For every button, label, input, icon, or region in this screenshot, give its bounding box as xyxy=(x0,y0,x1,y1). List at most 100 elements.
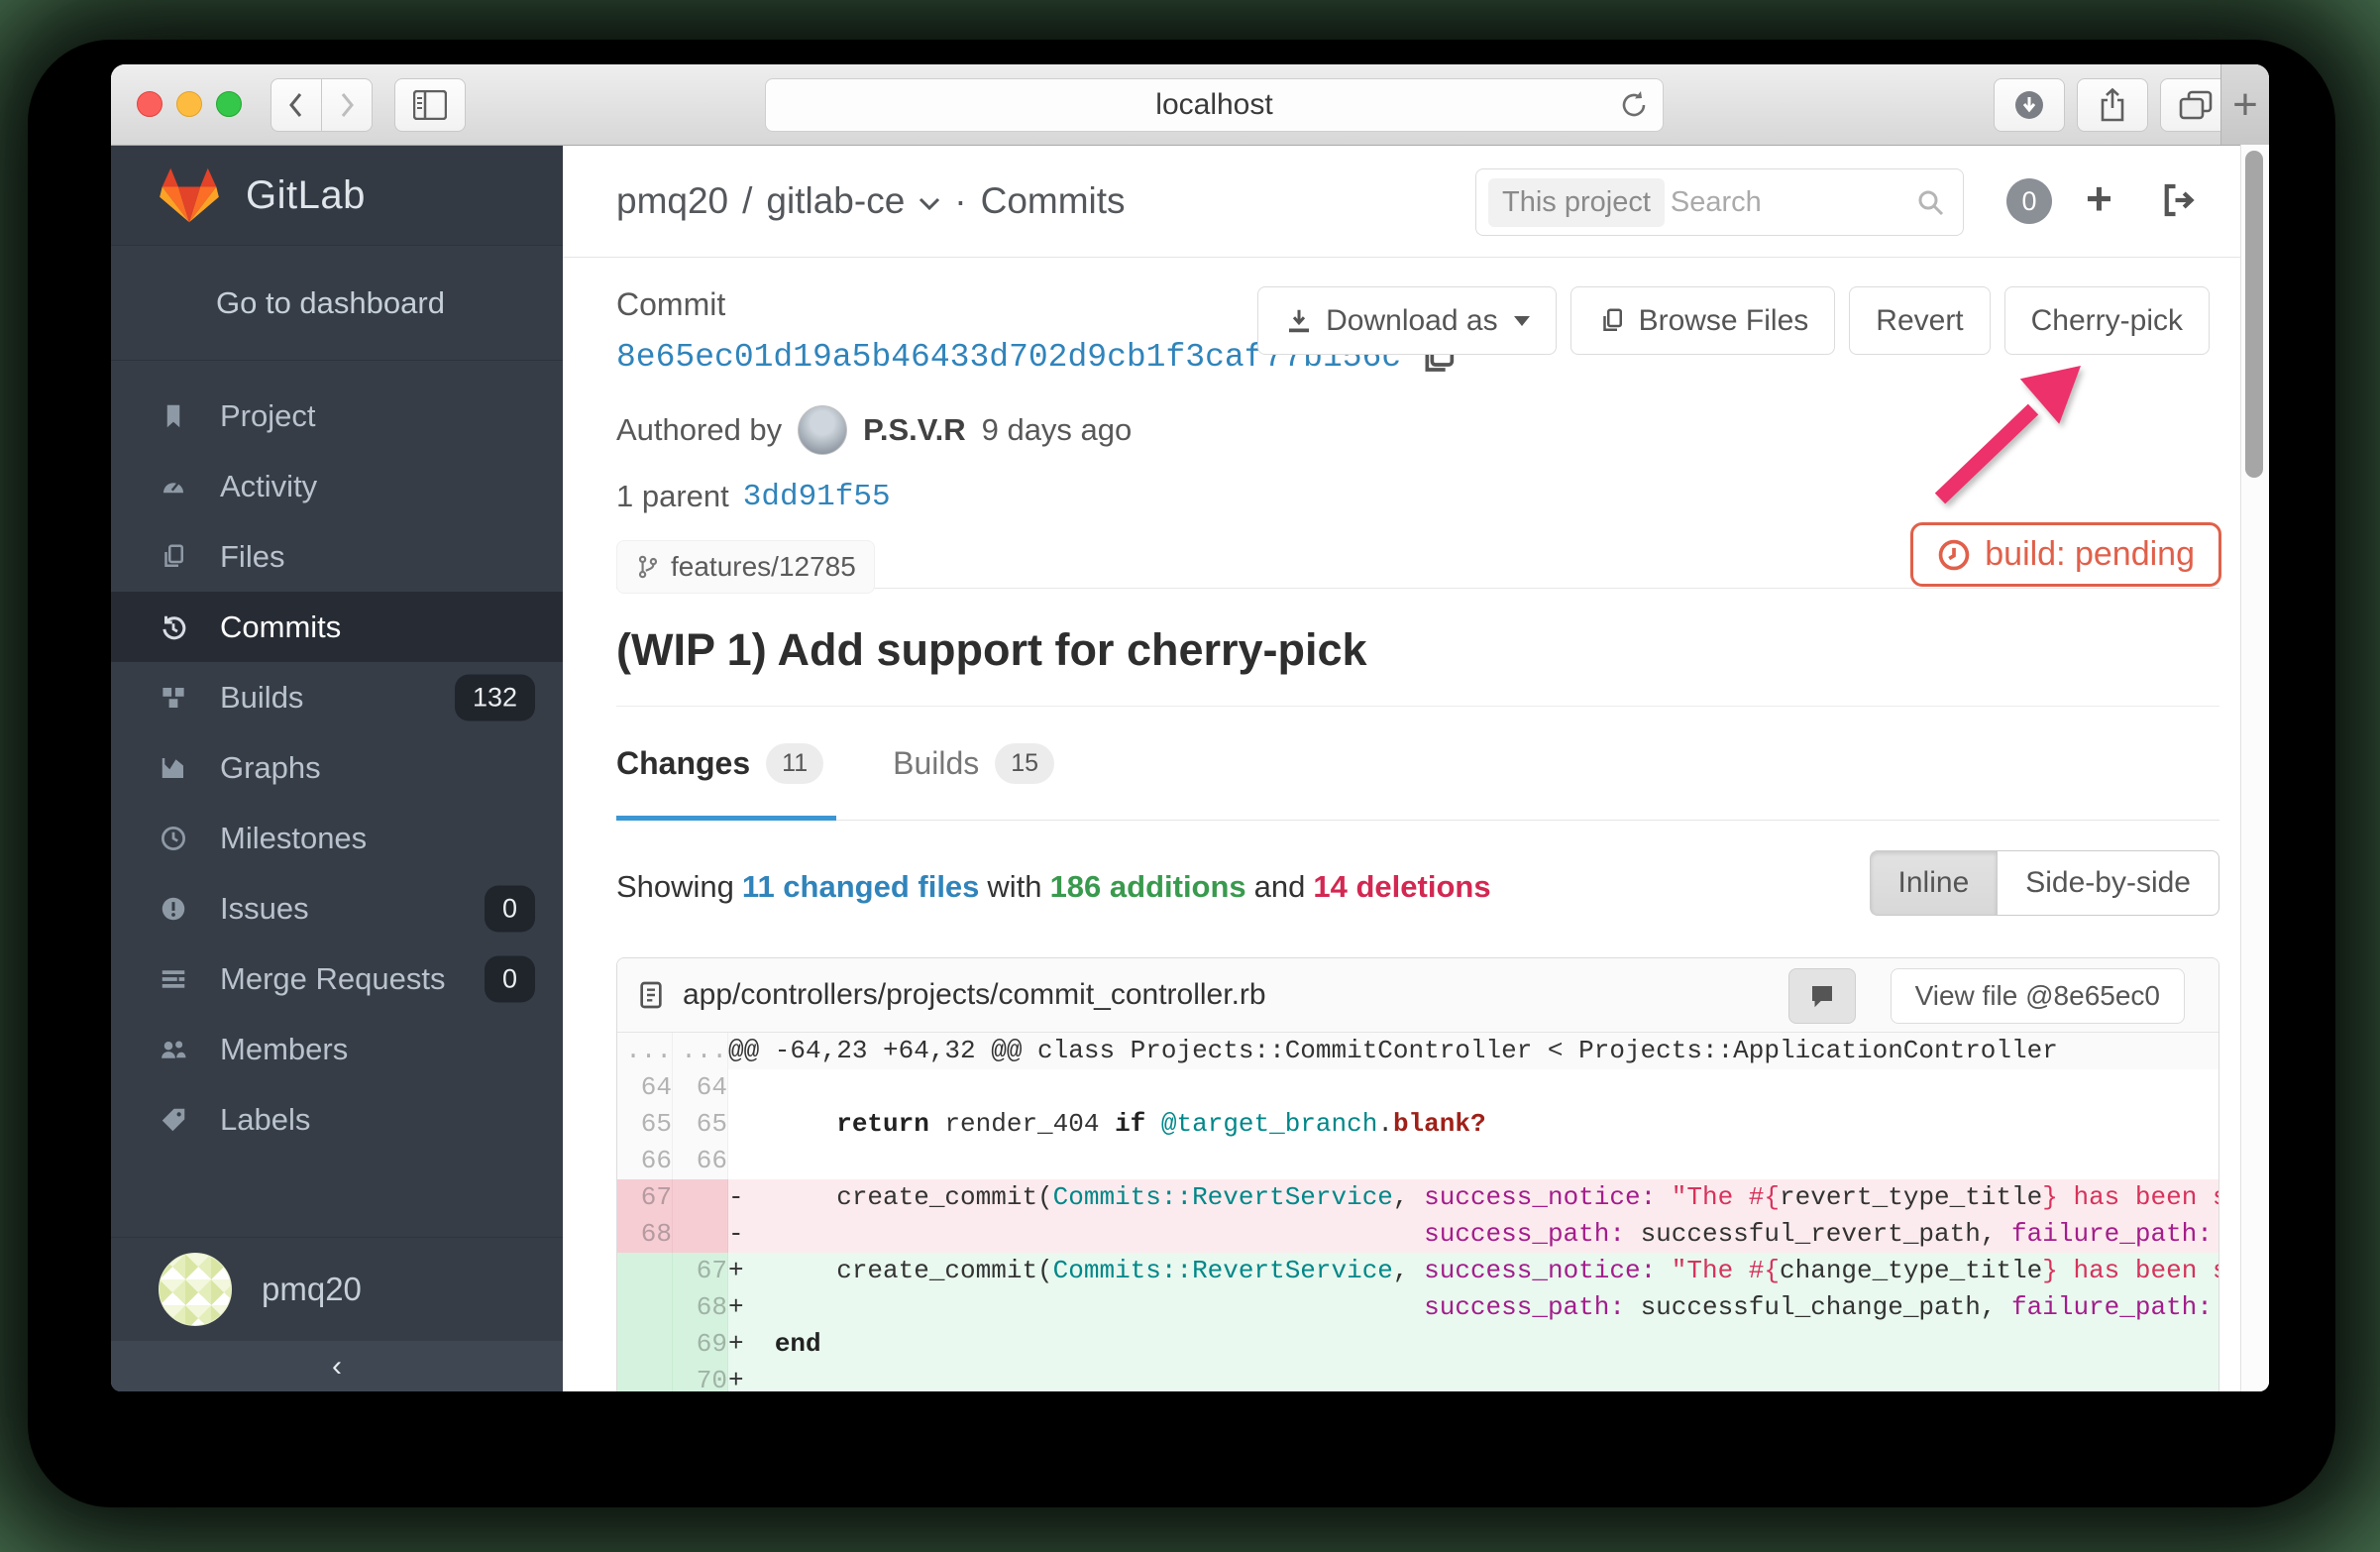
author-name[interactable]: P.S.V.R xyxy=(863,412,965,448)
sidebar-item-label: Milestones xyxy=(220,820,368,855)
sidebar-item-merge-requests[interactable]: Merge Requests 0 xyxy=(111,943,563,1014)
branch-badge[interactable]: features/12785 xyxy=(616,540,875,594)
breadcrumb: pmq20 / gitlab-ce · Commits xyxy=(616,180,1126,222)
new-line-number[interactable]: ... xyxy=(672,1033,728,1069)
changes-count-badge: 11 xyxy=(766,742,824,784)
new-line-number[interactable]: 69 xyxy=(672,1326,728,1363)
chevron-down-icon[interactable] xyxy=(919,197,940,211)
diff-row: 67 - create_commit(Commits::RevertService… xyxy=(617,1179,2218,1216)
bookmark-icon xyxy=(159,401,188,431)
old-line-number[interactable] xyxy=(617,1253,673,1289)
address-bar[interactable]: localhost xyxy=(765,78,1664,132)
zoom-window-button[interactable] xyxy=(216,91,242,117)
download-as-button[interactable]: Download as xyxy=(1257,286,1557,355)
search-input[interactable]: This project Search xyxy=(1475,168,1964,236)
close-window-button[interactable] xyxy=(137,91,162,117)
back-button[interactable] xyxy=(270,78,322,132)
sidebar-item-labels[interactable]: Labels xyxy=(111,1084,563,1155)
build-status-badge[interactable]: build: pending xyxy=(1910,522,2221,587)
collapse-chevron-icon: ‹ xyxy=(332,1350,342,1383)
side-by-side-view-button[interactable]: Side-by-side xyxy=(1997,850,2219,916)
sidebar-item-project[interactable]: Project xyxy=(111,381,563,451)
browser-window: localhost + GitLab Go to dashboard Proje… xyxy=(111,64,2269,1391)
diff-row: 69 + end xyxy=(617,1326,2218,1363)
new-line-number[interactable]: 67 xyxy=(672,1253,728,1289)
new-line-number[interactable]: 64 xyxy=(672,1069,728,1106)
new-line-number[interactable] xyxy=(672,1179,728,1216)
todos-count-badge[interactable]: 0 xyxy=(2006,178,2052,224)
reload-icon[interactable] xyxy=(1619,89,1649,121)
revert-button[interactable]: Revert xyxy=(1849,286,1991,355)
sidebar-item-builds[interactable]: Builds 132 xyxy=(111,662,563,732)
cherry-pick-button[interactable]: Cherry-pick xyxy=(2003,286,2210,355)
browse-files-button[interactable]: Browse Files xyxy=(1569,286,1836,355)
old-line-number[interactable] xyxy=(617,1363,673,1391)
sidebar-collapse-button[interactable]: ‹ xyxy=(111,1341,563,1391)
old-line-number[interactable]: ... xyxy=(617,1033,673,1069)
old-line-number[interactable] xyxy=(617,1326,673,1363)
new-tab-button[interactable]: + xyxy=(2220,64,2269,145)
issue-icon xyxy=(159,894,188,924)
breadcrumb-page: Commits xyxy=(980,180,1126,221)
forward-button[interactable] xyxy=(321,78,373,132)
sidebar-item-dashboard[interactable]: Go to dashboard xyxy=(111,246,563,361)
sidebar-user[interactable]: pmq20 xyxy=(111,1237,563,1341)
code-line: + create_commit(Commits::RevertService, … xyxy=(727,1253,2218,1289)
code-line: + xyxy=(727,1363,2218,1391)
old-line-number[interactable]: 68 xyxy=(617,1216,673,1253)
downloads-button[interactable] xyxy=(1994,78,2065,132)
dashboard-label: Go to dashboard xyxy=(216,284,445,320)
sidebar-toggle-button[interactable] xyxy=(394,78,466,132)
diff-row: 66 66 xyxy=(617,1143,2218,1179)
sign-out-button[interactable] xyxy=(2158,179,2200,226)
old-line-number[interactable]: 65 xyxy=(617,1106,673,1143)
inline-view-button[interactable]: Inline xyxy=(1869,850,1998,916)
share-button[interactable] xyxy=(2077,78,2148,132)
sidebar-item-label: Files xyxy=(220,538,285,574)
new-line-number[interactable]: 68 xyxy=(672,1289,728,1326)
search-icon xyxy=(1915,187,1945,217)
breadcrumb-owner[interactable]: pmq20 xyxy=(616,180,728,222)
new-line-number[interactable]: 66 xyxy=(672,1143,728,1179)
count-badge: 132 xyxy=(454,674,535,721)
view-file-button[interactable]: View file @8e65ec0 xyxy=(1890,968,2185,1024)
page-content: Commit 8e65ec01d19a5b46433d702d9cb1f3caf… xyxy=(563,257,2269,1391)
sidebar-item-members[interactable]: Members xyxy=(111,1014,563,1084)
sidebar-item-label: Project xyxy=(220,397,316,433)
sidebar-item-label: Activity xyxy=(220,468,318,503)
search-scope-chip: This project xyxy=(1488,177,1665,227)
code-line: + success_path: successful_change_path, … xyxy=(727,1289,2218,1326)
new-line-number[interactable] xyxy=(672,1216,728,1253)
old-line-number[interactable]: 67 xyxy=(617,1179,673,1216)
new-line-number[interactable]: 65 xyxy=(672,1106,728,1143)
sidebar-item-milestones[interactable]: Milestones xyxy=(111,803,563,873)
user-name: pmq20 xyxy=(262,1271,362,1307)
page-scrollbar[interactable] xyxy=(2240,145,2269,1391)
new-project-button[interactable]: + xyxy=(2086,171,2112,225)
old-line-number[interactable]: 66 xyxy=(617,1143,673,1179)
sidebar-item-commits[interactable]: Commits xyxy=(111,592,563,662)
minimize-window-button[interactable] xyxy=(176,91,202,117)
cubes-icon xyxy=(159,683,188,713)
diff-filename[interactable]: app/controllers/projects/commit_controll… xyxy=(683,978,1266,1012)
sidebar-item-label: Members xyxy=(220,1031,349,1066)
parent-label: 1 parent xyxy=(616,479,729,513)
sidebar-item-graphs[interactable]: Graphs xyxy=(111,732,563,803)
breadcrumb-project[interactable]: gitlab-ce xyxy=(766,180,905,222)
parent-sha-link[interactable]: 3dd91f55 xyxy=(743,480,891,514)
tab-builds[interactable]: Builds 15 xyxy=(893,742,1055,784)
old-line-number[interactable] xyxy=(617,1289,673,1326)
toggle-comments-button[interactable] xyxy=(1788,968,1856,1024)
gitlab-brand[interactable]: GitLab xyxy=(111,146,563,246)
sidebar-item-files[interactable]: Files xyxy=(111,521,563,592)
user-avatar xyxy=(159,1253,232,1326)
sidebar-item-issues[interactable]: Issues 0 xyxy=(111,873,563,943)
sidebar-item-activity[interactable]: Activity xyxy=(111,451,563,521)
changed-files-link[interactable]: 11 changed files xyxy=(742,869,980,905)
new-line-number[interactable]: 70 xyxy=(672,1363,728,1391)
old-line-number[interactable]: 64 xyxy=(617,1069,673,1106)
tab-changes[interactable]: Changes 11 xyxy=(616,742,824,784)
page-scrollbar-thumb[interactable] xyxy=(2245,151,2263,478)
authored-time: 9 days ago xyxy=(981,412,1133,447)
diff-view-toggle: Inline Side-by-side xyxy=(1869,850,2219,916)
